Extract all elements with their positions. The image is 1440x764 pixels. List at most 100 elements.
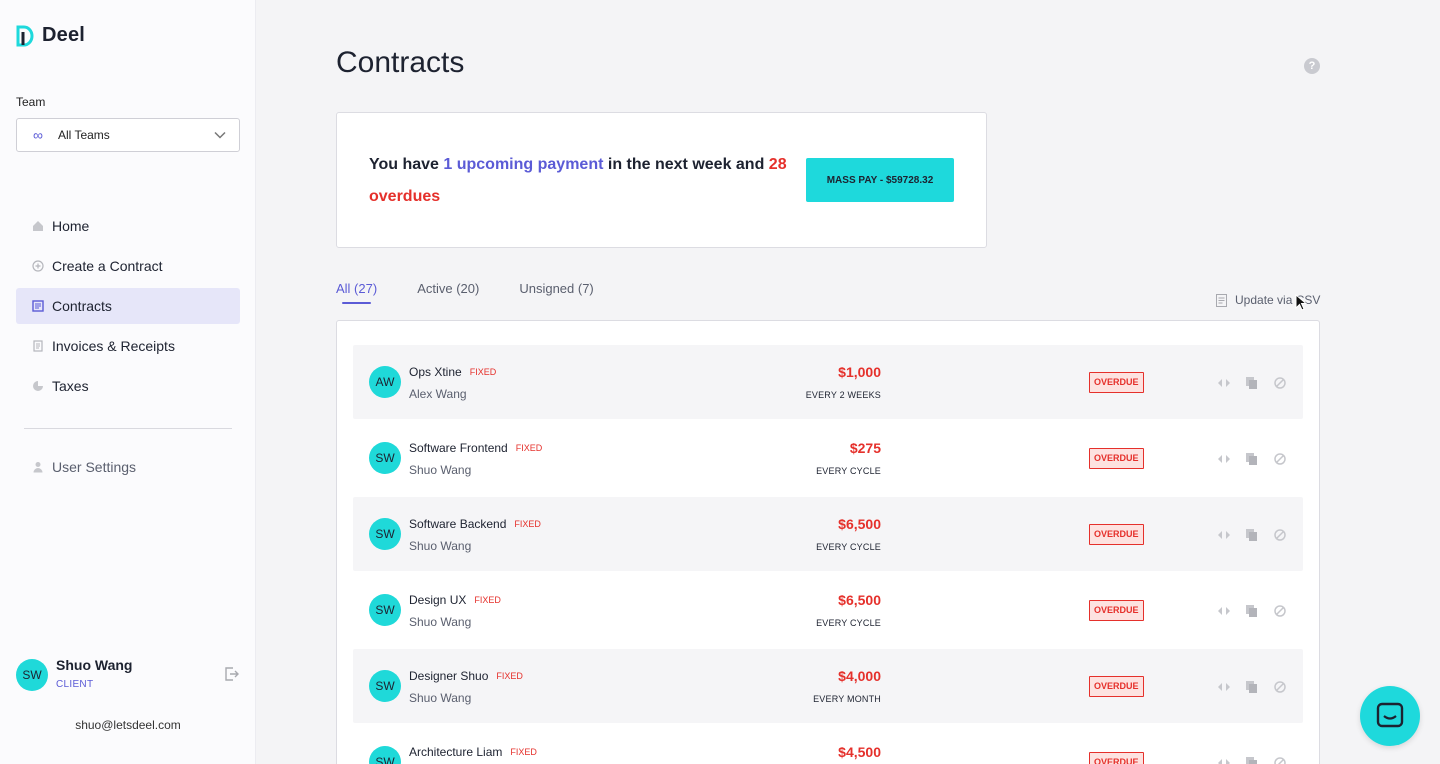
chat-icon — [1376, 702, 1404, 728]
table-row[interactable]: SW Software Backend FIXED Shuo Wang $6,50… — [353, 497, 1303, 571]
sidebar-item-taxes[interactable]: Taxes — [16, 368, 240, 404]
contract-amount: $6,500 — [838, 516, 881, 532]
contract-title-line: Software Backend FIXED — [409, 517, 541, 531]
contract-title-line: Designer Shuo FIXED — [409, 669, 523, 683]
user-name: Shuo Wang — [56, 657, 133, 673]
contract-amount: $1,000 — [838, 364, 881, 380]
row-actions — [1217, 604, 1287, 618]
contract-type: FIXED — [510, 747, 537, 757]
cancel-icon[interactable] — [1273, 528, 1287, 542]
contract-title-line: Ops Xtine FIXED — [409, 365, 496, 379]
contract-type: FIXED — [469, 367, 497, 377]
sidebar-settings: User Settings — [16, 449, 240, 489]
contract-title[interactable]: Software Frontend — [409, 441, 508, 455]
copy-icon[interactable] — [1245, 604, 1259, 618]
contract-title[interactable]: Design UX — [409, 593, 466, 607]
code-icon[interactable] — [1217, 452, 1231, 466]
update-via-csv-label: Update via CSV — [1235, 293, 1321, 307]
payment-frequency: EVERY CYCLE — [816, 618, 881, 628]
table-row[interactable]: SW Software Frontend FIXED Shuo Wang $275… — [353, 421, 1303, 495]
table-row[interactable]: SW Designer Shuo FIXED Shuo Wang $4,000 E… — [353, 649, 1303, 723]
help-icon[interactable]: ? — [1304, 58, 1320, 74]
code-icon[interactable] — [1217, 376, 1231, 390]
table-row[interactable]: AW Ops Xtine FIXED Alex Wang $1,000 EVERY… — [353, 345, 1303, 419]
copy-icon[interactable] — [1245, 680, 1259, 694]
sidebar-item-user-settings[interactable]: User Settings — [16, 449, 240, 485]
sidebar-item-label: Home — [52, 218, 90, 234]
contract-tabs: All (27) Active (20) Unsigned (7) — [336, 281, 594, 304]
sidebar-item-contracts[interactable]: Contracts — [16, 288, 240, 324]
contract-type: FIXED — [515, 443, 543, 453]
avatar[interactable]: SW — [16, 659, 48, 691]
deel-logo[interactable]: Deel — [16, 24, 85, 47]
sidebar-item-create-contract[interactable]: Create a Contract — [16, 248, 240, 284]
row-actions — [1217, 376, 1287, 390]
page-title: Contracts — [336, 46, 465, 79]
avatar: SW — [369, 442, 401, 474]
contract-title[interactable]: Designer Shuo — [409, 669, 488, 683]
row-actions — [1217, 756, 1287, 764]
code-icon[interactable] — [1217, 604, 1231, 618]
copy-icon[interactable] — [1245, 452, 1259, 466]
sidebar-item-invoices[interactable]: Invoices & Receipts — [16, 328, 240, 364]
row-actions — [1217, 452, 1287, 466]
sidebar-item-label: User Settings — [52, 459, 137, 475]
sidebar-divider — [24, 428, 232, 429]
mass-pay-button[interactable]: MASS PAY - $59728.32 — [806, 158, 954, 202]
contract-amount: $4,000 — [838, 668, 881, 684]
avatar: AW — [369, 366, 401, 398]
tab-active[interactable]: Active (20) — [417, 281, 479, 296]
avatar: SW — [369, 518, 401, 550]
copy-icon[interactable] — [1245, 756, 1259, 764]
contract-amount: $4,500 — [838, 744, 881, 760]
contracts-list: AW Ops Xtine FIXED Alex Wang $1,000 EVERY… — [336, 320, 1320, 764]
payment-frequency: EVERY 2 WEEKS — [805, 390, 881, 400]
user-icon — [33, 462, 43, 473]
table-row[interactable]: SW Design UX FIXED Shuo Wang $6,500 EVERY… — [353, 573, 1303, 647]
cancel-icon[interactable] — [1273, 376, 1287, 390]
sidebar-item-label: Create a Contract — [52, 258, 163, 274]
row-actions — [1217, 680, 1287, 694]
brand-name: Deel — [42, 24, 86, 46]
status-badge: OVERDUE — [1089, 372, 1144, 393]
contract-amount: $6,500 — [838, 592, 881, 608]
contracts-icon — [32, 300, 44, 312]
chat-launcher-button[interactable] — [1360, 686, 1420, 746]
cancel-icon[interactable] — [1273, 452, 1287, 466]
payment-notice-card: You have 1 upcoming payment in the next … — [336, 112, 987, 248]
avatar: SW — [369, 746, 401, 764]
infinity-icon: ∞ — [33, 127, 43, 143]
receipt-icon — [33, 340, 43, 352]
user-email: shuo@letsdeel.com — [75, 718, 181, 732]
home-icon — [33, 221, 43, 231]
contract-title[interactable]: Software Backend — [409, 517, 506, 531]
cancel-icon[interactable] — [1273, 604, 1287, 618]
sidebar: Deel Team ∞ All Teams Home Create a Cont… — [0, 0, 256, 764]
contract-title-line: Architecture Liam FIXED — [409, 745, 537, 759]
tab-unsigned[interactable]: Unsigned (7) — [519, 281, 593, 296]
contract-title[interactable]: Ops Xtine — [409, 365, 462, 379]
code-icon[interactable] — [1217, 756, 1231, 764]
status-badge: OVERDUE — [1089, 524, 1144, 545]
code-icon[interactable] — [1217, 680, 1231, 694]
cancel-icon[interactable] — [1273, 756, 1287, 764]
sidebar-item-home[interactable]: Home — [16, 208, 240, 244]
tab-all[interactable]: All (27) — [336, 281, 377, 304]
contractor-name: Shuo Wang — [409, 463, 472, 477]
contract-title[interactable]: Architecture Liam — [409, 745, 502, 759]
payment-frequency: EVERY MONTH — [813, 694, 881, 704]
copy-icon[interactable] — [1245, 528, 1259, 542]
logout-icon[interactable] — [224, 666, 240, 682]
payment-notice-text: You have 1 upcoming payment in the next … — [369, 149, 789, 213]
copy-icon[interactable] — [1245, 376, 1259, 390]
user-profile: SW Shuo Wang CLIENT — [16, 657, 246, 697]
table-row[interactable]: SW Architecture Liam FIXED $4,500 OVERDUE — [353, 725, 1303, 764]
code-icon[interactable] — [1217, 528, 1231, 542]
contract-type: FIXED — [514, 519, 541, 529]
team-select[interactable]: ∞ All Teams — [16, 118, 240, 152]
cancel-icon[interactable] — [1273, 680, 1287, 694]
contractor-name: Alex Wang — [409, 387, 467, 401]
sidebar-item-label: Taxes — [52, 378, 89, 394]
upcoming-payment-link[interactable]: 1 upcoming payment — [443, 156, 603, 173]
payment-notice-middle: in the next week and — [603, 156, 769, 173]
